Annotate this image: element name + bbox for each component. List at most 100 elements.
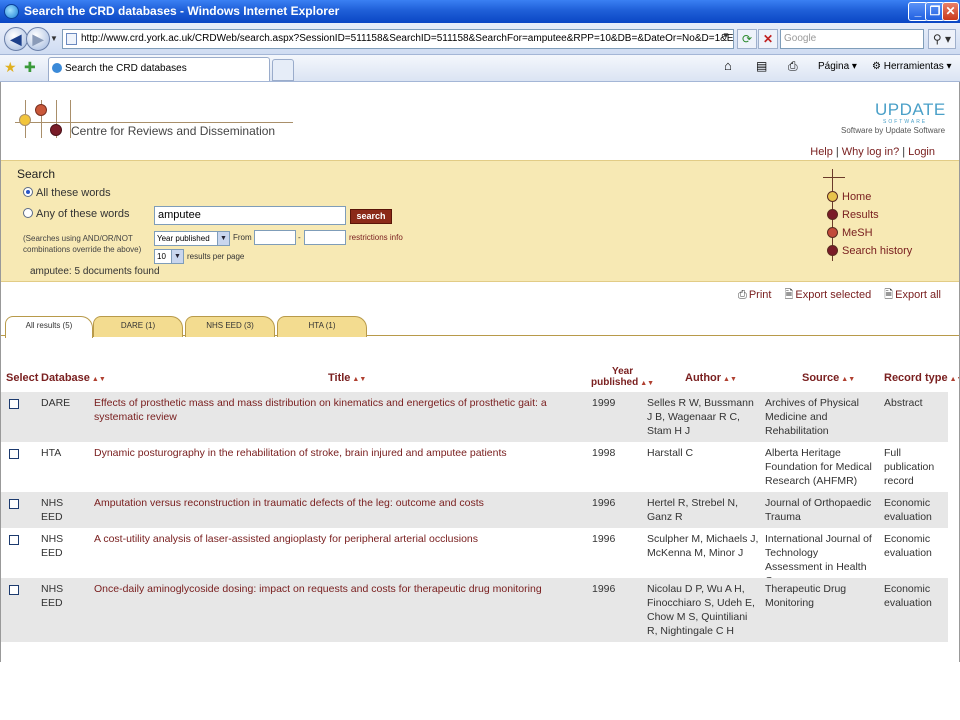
feeds-icon[interactable]: ▤	[756, 59, 767, 73]
cell-record-type: Economic evaluation	[884, 583, 932, 609]
blank-area	[0, 662, 960, 720]
address-field[interactable]: http://www.crd.york.ac.uk/CRDWeb/search.…	[62, 29, 734, 49]
radio-all-words[interactable]: All these words	[23, 187, 111, 199]
back-button[interactable]: ◀	[4, 27, 28, 51]
result-actions: ⎙ Print 🗎 Export selected 🗎 Export all	[728, 286, 941, 305]
cell-title-link[interactable]: Dynamic posturography in the rehabilitat…	[94, 446, 584, 460]
row-checkbox[interactable]	[9, 585, 19, 595]
export-all-action[interactable]: 🗎 Export all	[884, 289, 941, 301]
print-action[interactable]: ⎙ Print	[738, 289, 771, 301]
tab-bar: ★ ✚ Search the CRD databases ⌂ ▤ ⎙ Págin…	[0, 55, 960, 82]
page-viewport: Centre for Reviews and Dissemination UPD…	[0, 82, 960, 662]
cell-source: Archives of Physical Medicine and Rehabi…	[765, 397, 859, 437]
cell-title-link[interactable]: Once-daily aminoglycoside dosing: impact…	[94, 582, 584, 596]
tab-page-icon	[52, 63, 62, 73]
col-record-type-label: Record type	[884, 372, 948, 384]
nav-home[interactable]: Home	[827, 191, 871, 205]
home-icon[interactable]: ⌂	[724, 58, 732, 73]
radio-button[interactable]	[23, 187, 33, 197]
date-field-select[interactable]: Year published ▼	[154, 231, 230, 246]
new-tab-button[interactable]	[272, 59, 294, 81]
favorites-star-icon[interactable]: ★	[4, 59, 17, 76]
cell-record-type: Economic evaluation	[884, 533, 932, 559]
page-menu[interactable]: Página ▾	[818, 61, 857, 72]
row-checkbox[interactable]	[9, 535, 19, 545]
radio-any-words[interactable]: Any of these words	[23, 208, 130, 220]
print-toolbar-icon[interactable]: ⎙	[788, 59, 798, 74]
nav-results[interactable]: Results	[827, 209, 879, 223]
radio-button[interactable]	[23, 208, 33, 218]
logo-dot-icon	[50, 124, 62, 136]
row-checkbox[interactable]	[9, 499, 19, 509]
why-login-link[interactable]: Why log in?	[842, 146, 899, 158]
tab-all-results[interactable]: All results (5)	[5, 316, 93, 338]
forward-button[interactable]: ▶	[26, 27, 50, 51]
nav-mesh[interactable]: MeSH	[827, 227, 873, 241]
tab-nhs-eed[interactable]: NHS EED (3)	[185, 316, 275, 337]
year-from-input[interactable]	[254, 230, 296, 245]
search-icon[interactable]: ⚲ ▾	[928, 29, 956, 49]
row-checkbox[interactable]	[9, 399, 19, 409]
row-checkbox[interactable]	[9, 449, 19, 459]
col-year[interactable]: Year published ▲▼	[591, 366, 654, 389]
col-author[interactable]: Author ▲▼	[685, 372, 737, 384]
cell-database: HTA	[41, 447, 62, 459]
search-heading: Search	[17, 167, 56, 181]
nav-mesh-label: MeSH	[842, 227, 873, 239]
restrictions-info-link[interactable]: restrictions info	[349, 233, 403, 242]
year-to-input[interactable]	[304, 230, 346, 245]
refresh-icon[interactable]: ⟳	[737, 29, 757, 49]
results-per-page-select[interactable]: 10 ▼	[154, 249, 184, 264]
web-search-input[interactable]: Google	[780, 29, 924, 49]
chevron-down-icon: ▼	[171, 250, 183, 263]
update-subtitle: Software by Update Software	[841, 126, 946, 135]
col-source[interactable]: Source ▲▼	[802, 372, 855, 384]
results-dot-icon	[827, 209, 838, 220]
cell-database: NHS EED	[41, 533, 64, 559]
cell-title-link[interactable]: A cost-utility analysis of laser-assiste…	[94, 532, 584, 546]
stop-icon[interactable]: ✕	[758, 29, 778, 49]
cell-database: DARE	[41, 397, 71, 409]
ie-logo-icon	[4, 4, 19, 19]
col-year-line2: published	[591, 377, 639, 388]
search-button[interactable]: search	[350, 209, 392, 224]
help-link[interactable]: Help	[810, 146, 833, 158]
nav-line	[823, 177, 845, 178]
address-dropdown-icon[interactable]: ▼	[722, 31, 730, 40]
export-all-label: Export all	[895, 289, 941, 301]
col-database[interactable]: Database ▲▼	[41, 372, 106, 384]
printer-icon: ⎙	[738, 289, 747, 301]
sort-icon: ▲▼	[841, 376, 856, 383]
browser-tab[interactable]: Search the CRD databases	[48, 57, 270, 81]
close-window-button[interactable]: ✕	[942, 2, 959, 21]
update-logo: UPDATE	[875, 100, 946, 119]
nav-search-history[interactable]: Search history	[827, 245, 912, 259]
col-title[interactable]: Title ▲▼	[328, 372, 366, 384]
export-selected-action[interactable]: 🗎 Export selected	[785, 289, 872, 301]
date-field-value: Year published	[157, 234, 210, 243]
history-dropdown-icon[interactable]: ▼	[50, 34, 58, 43]
col-record-type[interactable]: Record type▲▼	[884, 372, 959, 384]
search-note: (Searches using AND/OR/NOT combinations …	[23, 234, 142, 254]
address-url: http://www.crd.york.ac.uk/CRDWeb/search.…	[81, 33, 734, 44]
sort-icon: ▲▼	[949, 376, 959, 383]
cell-year: 1996	[592, 533, 616, 545]
page-menu-label: Página	[818, 61, 850, 72]
add-favorite-icon[interactable]: ✚	[24, 59, 36, 76]
search-query-input[interactable]: amputee	[154, 206, 346, 225]
cell-title-link[interactable]: Effects of prosthetic mass and mass dist…	[94, 396, 584, 424]
results-count: amputee: 5 documents found	[30, 266, 160, 277]
document-icon: 🗎	[784, 289, 794, 301]
login-link[interactable]: Login	[908, 146, 935, 158]
cell-record-type: Full publication record	[884, 447, 935, 487]
nav-results-label: Results	[842, 209, 879, 221]
export-selected-label: Export selected	[795, 289, 872, 301]
top-links: Help | Why log in? | Login	[810, 146, 935, 158]
tools-menu[interactable]: ⚙ Herramientas ▾	[872, 61, 952, 72]
window-title: Search the CRD databases - Windows Inter…	[24, 4, 340, 18]
cell-title-link[interactable]: Amputation versus reconstruction in trau…	[94, 496, 584, 510]
tab-hta[interactable]: HTA (1)	[277, 316, 367, 337]
tab-dare[interactable]: DARE (1)	[93, 316, 183, 337]
col-select: Select	[6, 372, 39, 384]
cell-record-type: Economic evaluation	[884, 497, 932, 523]
